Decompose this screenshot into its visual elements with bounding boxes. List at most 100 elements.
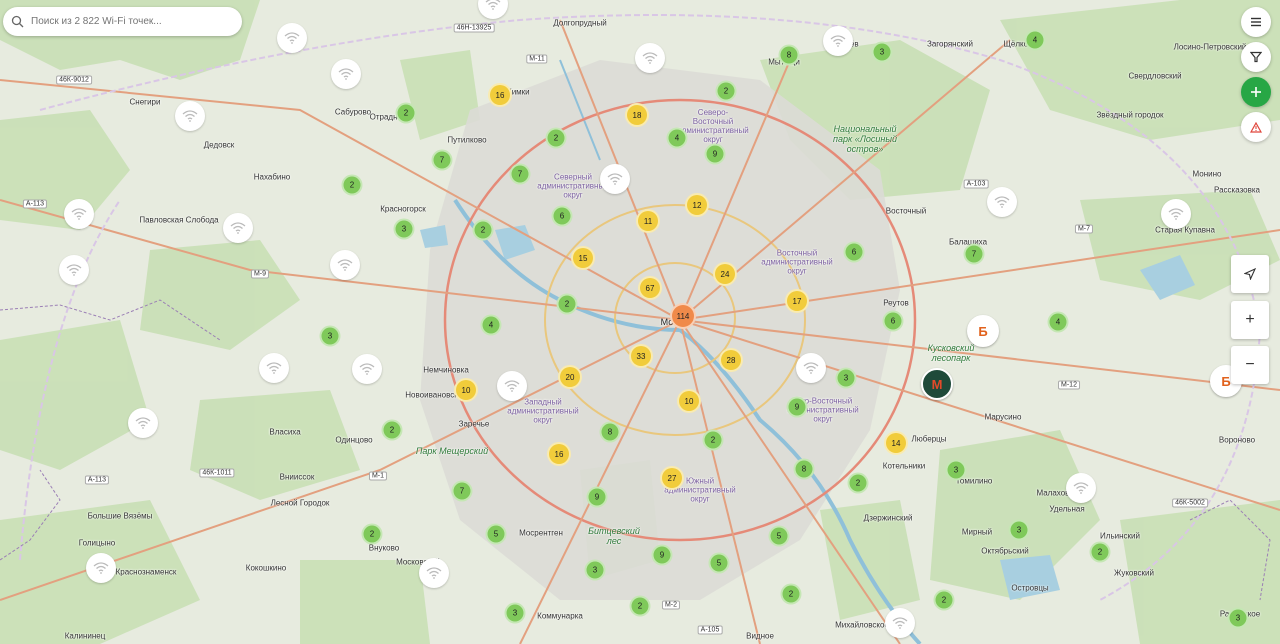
wifi-marker[interactable] [635,43,665,73]
cluster-marker[interactable]: 2 [395,102,417,124]
cluster-marker[interactable]: 11 [636,209,660,233]
wifi-marker[interactable] [175,101,205,131]
cluster-marker[interactable]: 10 [454,378,478,402]
cluster-marker[interactable]: 4 [1024,29,1046,51]
cluster-marker[interactable]: 2 [545,127,567,149]
cluster-marker[interactable]: 2 [361,523,383,545]
wifi-marker[interactable] [600,164,630,194]
cluster-marker[interactable]: 6 [551,205,573,227]
cluster-marker[interactable]: 27 [660,466,684,490]
cluster-marker[interactable]: 2 [341,174,363,196]
cluster-marker[interactable]: 2 [556,293,578,315]
wifi-marker[interactable] [331,59,361,89]
wifi-marker[interactable] [987,187,1017,217]
filter-button[interactable] [1241,42,1271,72]
wifi-marker[interactable] [59,255,89,285]
cluster-marker[interactable]: 4 [480,314,502,336]
wifi-marker[interactable] [419,558,449,588]
cluster-marker[interactable]: 9 [786,396,808,418]
cluster-marker[interactable]: 2 [629,595,651,617]
cluster-marker[interactable]: 8 [793,458,815,480]
wifi-marker[interactable] [277,23,307,53]
place-label: Восточный [885,206,927,216]
cluster-marker[interactable]: 4 [1047,311,1069,333]
cluster-marker[interactable]: 9 [704,143,726,165]
cluster-marker[interactable]: 3 [584,559,606,581]
menu-button[interactable] [1241,7,1271,37]
cluster-marker[interactable]: 15 [571,246,595,270]
cluster-marker[interactable]: 2 [702,429,724,451]
wifi-marker[interactable] [352,354,382,384]
wifi-marker[interactable] [64,199,94,229]
cluster-marker[interactable]: 114 [670,303,696,329]
cluster-marker[interactable]: 3 [504,602,526,624]
cluster-marker[interactable]: 7 [963,243,985,265]
cluster-marker[interactable]: 2 [780,583,802,605]
cluster-marker[interactable]: 16 [488,83,512,107]
cluster-marker[interactable]: 10 [677,389,701,413]
cluster-marker[interactable]: 3 [393,218,415,240]
place-label: Красногорск [380,204,426,214]
cluster-marker[interactable]: 3 [835,367,857,389]
cluster-marker[interactable]: 5 [708,552,730,574]
cluster-marker[interactable]: 3 [319,325,341,347]
cluster-marker[interactable]: 17 [785,289,809,313]
cluster-marker[interactable]: 16 [547,442,571,466]
place-label: Павловская Слобода [139,215,219,225]
cluster-marker[interactable]: 12 [685,193,709,217]
cluster-marker[interactable]: 5 [485,523,507,545]
cluster-marker[interactable]: 3 [1227,607,1249,629]
wifi-marker[interactable] [823,26,853,56]
cluster-marker[interactable]: 14 [884,431,908,455]
wifi-marker[interactable] [259,353,289,383]
locate-button[interactable] [1231,255,1269,293]
cluster-marker[interactable]: 28 [719,348,743,372]
report-button[interactable] [1241,112,1271,142]
cluster-marker[interactable]: 5 [768,525,790,547]
cluster-marker[interactable]: 3 [945,459,967,481]
cluster-marker[interactable]: 9 [586,486,608,508]
cluster-marker[interactable]: 2 [715,80,737,102]
cluster-marker[interactable]: 2 [381,419,403,441]
cluster-marker[interactable]: 20 [558,365,582,389]
wifi-marker[interactable] [885,608,915,638]
cluster-marker[interactable]: 7 [509,163,531,185]
zoom-in-button[interactable]: + [1231,301,1269,339]
burger-shop-marker[interactable]: Б [967,315,999,347]
search-bar[interactable] [3,7,242,36]
cluster-marker[interactable]: 3 [1008,519,1030,541]
wifi-marker[interactable] [497,371,527,401]
cluster-marker[interactable]: 7 [431,149,453,171]
magnit-store-marker[interactable]: М [921,368,953,400]
cluster-marker[interactable]: 18 [625,103,649,127]
wifi-marker[interactable] [1066,473,1096,503]
wifi-marker[interactable] [796,353,826,383]
cluster-marker[interactable]: 2 [1089,541,1111,563]
wifi-marker[interactable] [128,408,158,438]
cluster-marker[interactable]: 6 [882,310,904,332]
add-point-button[interactable] [1241,77,1271,107]
wifi-marker[interactable] [86,553,116,583]
cluster-marker[interactable]: 24 [713,262,737,286]
cluster-marker[interactable]: 6 [843,241,865,263]
cluster-marker[interactable]: 2 [472,219,494,241]
map-canvas[interactable]: ДолгопрудныйМытищиКоролёвЗагорянскийЩёлк… [0,0,1280,644]
cluster-marker[interactable]: 8 [599,421,621,443]
cluster-marker[interactable]: 4 [666,127,688,149]
warning-icon [1250,121,1262,133]
wifi-marker[interactable] [223,213,253,243]
cluster-marker[interactable]: 67 [638,276,662,300]
cluster-marker[interactable]: 2 [847,472,869,494]
wifi-marker[interactable] [330,250,360,280]
cluster-marker[interactable]: 33 [629,344,653,368]
cluster-marker[interactable]: 8 [778,44,800,66]
wifi-marker[interactable] [1161,199,1191,229]
wifi-icon [135,417,151,429]
wifi-icon [426,567,442,579]
cluster-marker[interactable]: 9 [651,544,673,566]
cluster-marker[interactable]: 3 [871,41,893,63]
search-input[interactable] [29,15,233,28]
cluster-marker[interactable]: 7 [451,480,473,502]
cluster-marker[interactable]: 2 [933,589,955,611]
zoom-out-button[interactable]: − [1231,346,1269,384]
